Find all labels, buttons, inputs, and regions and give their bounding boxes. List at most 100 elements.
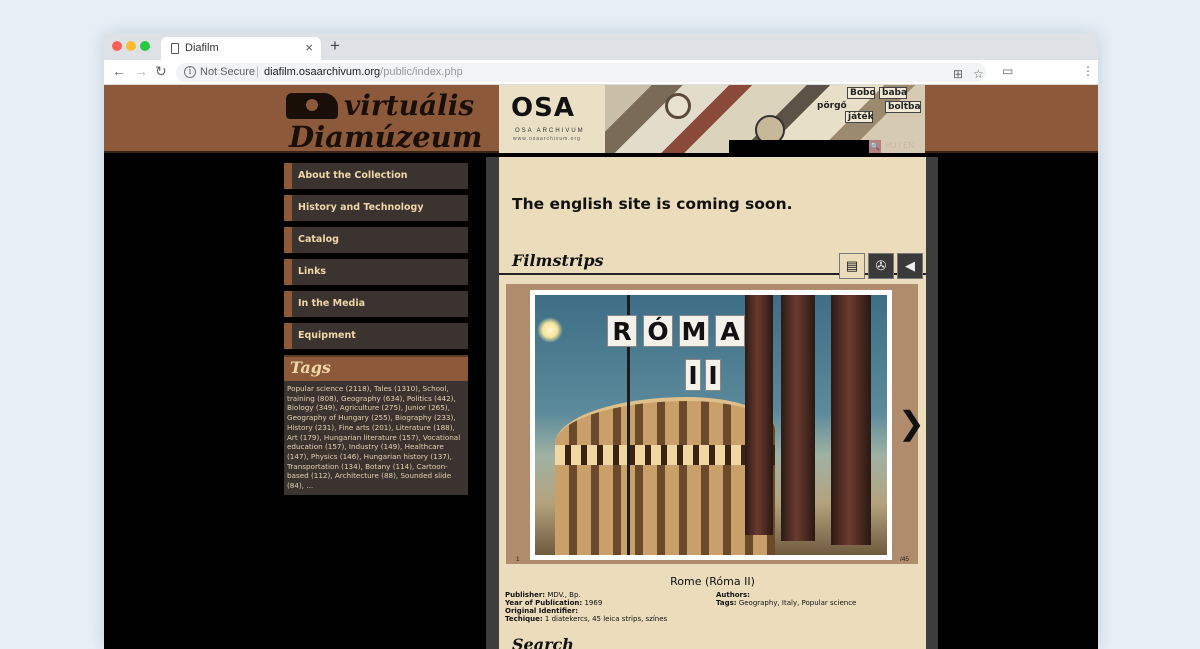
content-rail-right xyxy=(926,157,938,649)
maximize-window-button[interactable] xyxy=(140,41,150,51)
page-viewport: virtuális Diamúzeum OSA OSA ARCHIVUM www… xyxy=(104,85,1098,649)
site-header: virtuális Diamúzeum OSA OSA ARCHIVUM www… xyxy=(104,85,1098,155)
column-shape xyxy=(745,295,773,535)
language-switch[interactable]: HU | EN xyxy=(885,141,914,150)
minimize-window-button[interactable] xyxy=(126,41,136,51)
filmstrips-heading: Filmstrips xyxy=(512,251,604,270)
title-tile: I xyxy=(685,359,701,391)
meta-year: Year of Publication: 1969 xyxy=(505,599,705,607)
filmstrip-title: Rome (Róma II) xyxy=(670,575,755,588)
meta-original-identifier: Original Identifier: xyxy=(505,607,705,615)
site-logo[interactable]: virtuális Diamúzeum xyxy=(284,87,482,155)
tags-title: Tags xyxy=(290,358,331,377)
filmstrip-viewer: R Ó M A I I ❯ 1 /45 xyxy=(506,284,925,564)
column-shape xyxy=(781,295,815,541)
osa-logo[interactable]: OSA OSA ARCHIVUM www.osaarchivum.org xyxy=(499,85,605,153)
meta-technique: Techique: 1 diatekercs, 45 leica strips,… xyxy=(505,615,705,623)
info-icon[interactable]: i xyxy=(184,66,196,78)
title-tile: Ó xyxy=(643,315,673,347)
nav-in-the-media[interactable]: In the Media xyxy=(284,291,468,317)
meta-tags: Tags: Geography, Italy, Popular science xyxy=(716,599,916,607)
title-tile: A xyxy=(715,315,745,347)
title-tile: I xyxy=(705,359,721,391)
reload-icon[interactable]: ↻ xyxy=(155,63,167,80)
filmstrip-meta-right: Authors: Tags: Geography, Italy, Popular… xyxy=(716,591,916,607)
filmstrip-meta-left: Publisher: MDV., Bp. Year of Publication… xyxy=(505,591,705,623)
logo-line-2: Diamúzeum xyxy=(289,120,483,154)
colosseum-shape xyxy=(555,397,775,555)
slide-total-pages: /45 xyxy=(900,556,910,563)
star-icon[interactable]: ☆ xyxy=(973,67,984,81)
menu-icon[interactable]: ⋮ xyxy=(1082,64,1094,78)
sidebar: About the Collection History and Technol… xyxy=(284,163,468,495)
meta-value: MDV., Bp. xyxy=(547,591,581,599)
url-host: diafilm.osaarchivum.org xyxy=(264,66,381,78)
search-heading: Search xyxy=(512,635,574,649)
collage-shape xyxy=(665,93,691,119)
nav-links[interactable]: Links xyxy=(284,259,468,285)
back-icon[interactable]: ← xyxy=(112,63,126,79)
meta-publisher: Publisher: MDV., Bp. xyxy=(505,591,705,599)
close-window-button[interactable] xyxy=(112,41,122,51)
url-text[interactable]: diafilm.osaarchivum.org/public/index.php xyxy=(264,66,463,78)
main-content: The english site is coming soon. Filmstr… xyxy=(499,157,926,649)
pdf-icon[interactable]: ▤ xyxy=(839,253,865,279)
meta-label: Year of Publication: xyxy=(505,599,583,607)
translate-icon[interactable]: ⊞ xyxy=(953,67,963,81)
projector-icon xyxy=(286,93,338,119)
collage-word: pörgő xyxy=(817,101,847,111)
slide-image: R Ó M A I I xyxy=(535,295,887,555)
url-field[interactable]: i Not Secure | diafilm.osaarchivum.org/p… xyxy=(176,63,986,82)
slide-title-row-2: I I xyxy=(685,359,721,391)
meta-value: 1 diatekercs, 45 leica strips, színes xyxy=(544,615,668,623)
nav-about-the-collection[interactable]: About the Collection xyxy=(284,163,468,189)
slide-current-page: 1 xyxy=(516,556,520,563)
meta-authors: Authors: xyxy=(716,591,916,599)
browser-window: Diafilm × + ← → ↻ i Not Secure | diafilm… xyxy=(104,33,1098,649)
extension-icon[interactable]: ▭ xyxy=(1002,64,1013,78)
address-bar: ← → ↻ i Not Secure | diafilm.osaarchivum… xyxy=(104,60,1098,85)
coming-soon-notice: The english site is coming soon. xyxy=(512,195,793,213)
url-separator: | xyxy=(256,64,260,78)
film-reel-icon[interactable]: ✇ xyxy=(868,253,894,279)
search-icon[interactable]: 🔍 xyxy=(869,140,881,153)
meta-label: Authors: xyxy=(716,591,750,599)
forward-icon[interactable]: → xyxy=(134,63,148,79)
next-slide-button[interactable]: ❯ xyxy=(898,404,925,442)
meta-value[interactable]: Geography, Italy, Popular science xyxy=(739,599,857,607)
nav-equipment[interactable]: Equipment xyxy=(284,323,468,349)
colosseum-arches xyxy=(555,445,775,465)
nav-catalog[interactable]: Catalog xyxy=(284,227,468,253)
url-path: /public/index.php xyxy=(380,66,463,78)
column-shape xyxy=(831,295,871,545)
browser-tab[interactable]: Diafilm × xyxy=(161,37,321,61)
collage-word: Bobo xyxy=(850,88,876,98)
tab-title: Diafilm xyxy=(185,42,219,54)
meta-label: Original Identifier: xyxy=(505,607,579,615)
lamp-glow xyxy=(537,317,563,343)
meta-label: Tags: xyxy=(716,599,737,607)
tag-cloud[interactable]: Popular science (2118), Tales (1310), Sc… xyxy=(284,381,468,495)
page-favicon-icon xyxy=(171,43,179,54)
osa-url: www.osaarchivum.org xyxy=(513,136,581,142)
logo-line-1: virtuális xyxy=(344,89,475,122)
meta-label: Publisher: xyxy=(505,591,546,599)
osa-subtitle: OSA ARCHIVUM xyxy=(515,128,585,134)
title-tile: M xyxy=(679,315,709,347)
slide-title-row-1: R Ó M A xyxy=(607,315,745,347)
nav-history-and-technology[interactable]: History and Technology xyxy=(284,195,468,221)
filmstrip-slide[interactable]: R Ó M A I I xyxy=(530,290,892,560)
site-search-input[interactable] xyxy=(729,140,869,153)
tags-header: Tags xyxy=(284,355,468,381)
osa-mark: OSA xyxy=(511,93,575,123)
collage-word: boltba xyxy=(888,102,921,112)
collage-word: játék xyxy=(848,112,874,122)
speaker-icon[interactable]: ◀ xyxy=(897,253,923,279)
content-rail-left xyxy=(486,157,499,649)
meta-value: 1969 xyxy=(584,599,603,607)
security-status[interactable]: Not Secure xyxy=(200,66,255,78)
collage-word: baba xyxy=(882,88,908,98)
title-tile: R xyxy=(607,315,637,347)
new-tab-button[interactable]: + xyxy=(330,36,340,56)
tab-close-button[interactable]: × xyxy=(305,40,313,55)
